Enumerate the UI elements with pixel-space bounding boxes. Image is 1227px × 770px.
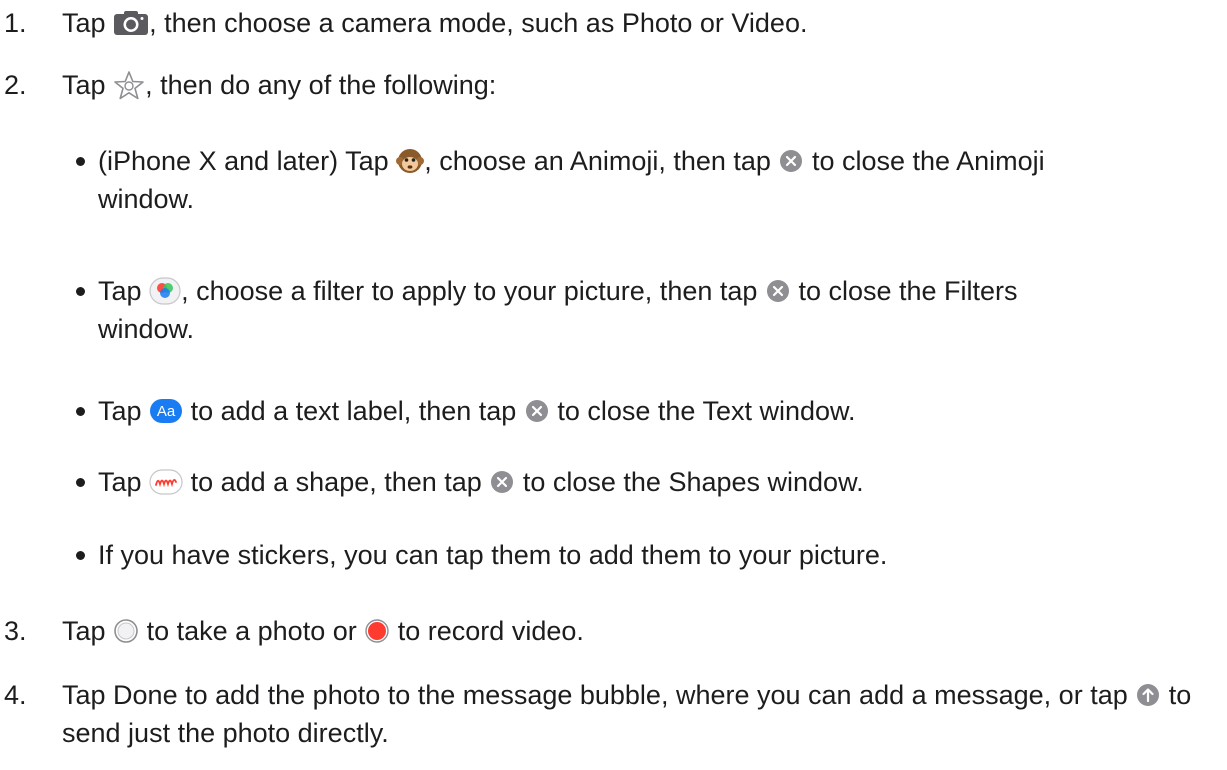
step-3: 3. Tap to take a photo or to record vide…: [0, 612, 1192, 650]
effects-star-icon: [113, 70, 145, 100]
shutter-icon: [113, 618, 139, 644]
bullet-dot: [62, 142, 98, 166]
animoji-monkey-icon: [396, 147, 425, 175]
close-icon: [765, 278, 791, 304]
filters-icon: [149, 277, 181, 305]
camera-icon: [113, 10, 149, 36]
step-number: 4.: [4, 680, 27, 710]
bullet-3: Tap Aa to add a text label, then tap to …: [62, 392, 1118, 430]
bullet-1: (iPhone X and later) Tap , choose an Ani…: [62, 142, 1118, 218]
bullet-text: Tap , choose a filter to apply to your p…: [98, 276, 1018, 344]
bullet-text: Tap Aa to add a text label, then tap to …: [98, 396, 856, 426]
bullet-text: If you have stickers, you can tap them t…: [98, 540, 888, 570]
bullet-2: Tap , choose a filter to apply to your p…: [62, 272, 1118, 348]
step-text: Tap Done to add the photo to the message…: [62, 680, 1192, 748]
step-1: 1. Tap , then choose a camera mode, such…: [0, 4, 1192, 42]
step-number: 1.: [4, 8, 27, 38]
step-text: Tap , then choose a camera mode, such as…: [62, 8, 808, 38]
step-text: Tap to take a photo or to record video.: [62, 616, 584, 646]
bullet-dot: [62, 536, 98, 560]
bullet-text: Tap to add a shape, then tap to close th…: [98, 467, 864, 497]
text-label-glyph: Aa: [157, 403, 176, 420]
shapes-icon: [149, 469, 183, 495]
step-number: 3.: [4, 616, 27, 646]
text-label-icon: Aa: [149, 398, 183, 424]
close-icon: [489, 469, 515, 495]
step-text: Tap , then do any of the following:: [62, 70, 497, 100]
close-icon: [524, 398, 550, 424]
send-arrow-icon: [1135, 682, 1161, 708]
bullet-dot: [62, 272, 98, 296]
bullet-dot: [62, 463, 98, 487]
step-4: 4. Tap Done to add the photo to the mess…: [0, 676, 1192, 752]
step-number: 2.: [4, 70, 27, 100]
close-icon: [778, 148, 804, 174]
bullet-4: Tap to add a shape, then tap to close th…: [62, 463, 1118, 501]
bullet-text: (iPhone X and later) Tap , choose an Ani…: [98, 146, 1045, 214]
record-icon: [364, 618, 390, 644]
instructions-document: 1. Tap , then choose a camera mode, such…: [0, 0, 1227, 770]
bullet-5: If you have stickers, you can tap them t…: [62, 536, 1118, 574]
step-2: 2. Tap , then do any of the following:: [0, 66, 1192, 104]
bullet-dot: [62, 392, 98, 416]
